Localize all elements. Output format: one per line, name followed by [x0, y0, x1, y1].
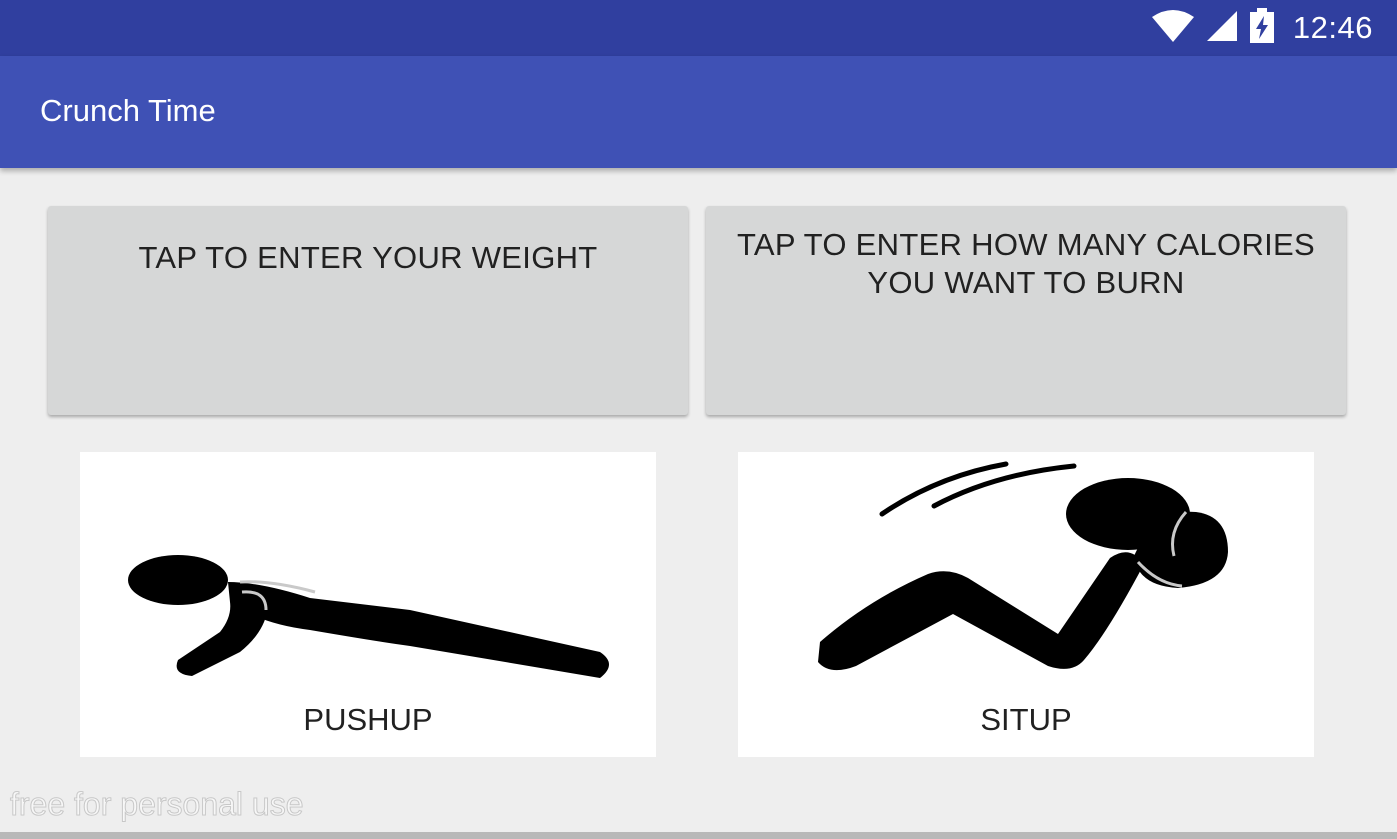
enter-calories-button[interactable]: TAP TO ENTER HOW MANY CALORIES YOU WANT …: [706, 206, 1346, 415]
situp-icon: [818, 461, 1228, 671]
situp-label: SITUP: [980, 702, 1072, 737]
app-bar: Crunch Time: [0, 56, 1397, 168]
cell-signal-icon: [1205, 9, 1239, 48]
pushup-label: PUSHUP: [303, 702, 433, 737]
wifi-icon: [1151, 9, 1195, 48]
battery-charging-icon: [1249, 7, 1275, 49]
pushup-icon: [128, 555, 609, 678]
enter-calories-label: TAP TO ENTER HOW MANY CALORIES YOU WANT …: [736, 227, 1316, 300]
app-title: Crunch Time: [40, 93, 216, 128]
enter-weight-button[interactable]: TAP TO ENTER YOUR WEIGHT: [48, 206, 688, 415]
situp-card[interactable]: SITUP: [738, 452, 1314, 757]
watermark: free for personal use: [10, 786, 304, 823]
bottom-strip: [0, 832, 1397, 839]
status-icons: 12:46: [1151, 0, 1373, 56]
enter-weight-label: TAP TO ENTER YOUR WEIGHT: [138, 240, 598, 275]
pushup-card[interactable]: PUSHUP: [80, 452, 656, 757]
status-bar: 12:46: [0, 0, 1397, 56]
status-time: 12:46: [1292, 10, 1373, 45]
